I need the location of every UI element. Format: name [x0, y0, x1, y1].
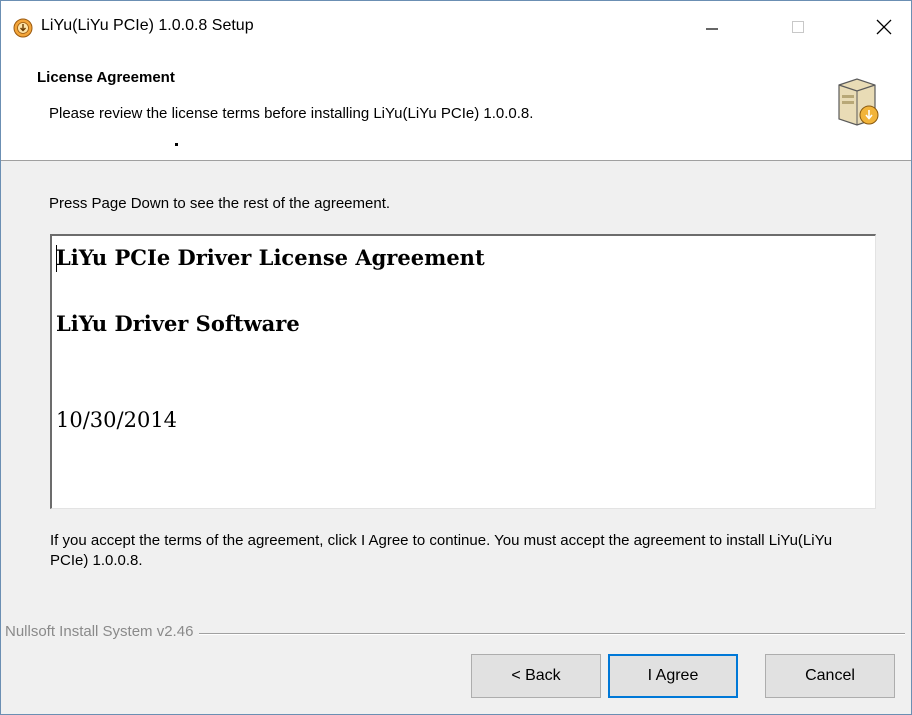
maximize-button [775, 9, 821, 45]
license-text-area[interactable]: LiYu PCIe Driver License Agreement LiYu … [50, 234, 876, 509]
window-title: LiYu(LiYu PCIe) 1.0.0.8 Setup [41, 17, 254, 34]
minimize-button[interactable] [689, 9, 735, 45]
i-agree-button[interactable]: I Agree [608, 654, 738, 698]
close-button[interactable] [861, 9, 907, 45]
license-product: LiYu Driver Software [56, 311, 300, 336]
setup-window: LiYu(LiYu PCIe) 1.0.0.8 Setup License Ag… [0, 0, 912, 715]
title-bar[interactable]: LiYu(LiYu PCIe) 1.0.0.8 Setup [1, 1, 911, 51]
maximize-icon [792, 21, 804, 33]
accept-instructions: If you accept the terms of the agreement… [50, 532, 833, 569]
stray-dot [175, 143, 178, 146]
nsis-branding: Nullsoft Install System v2.46 [5, 623, 200, 640]
page-subtitle: Please review the license terms before i… [49, 105, 534, 122]
page-title: License Agreement [37, 69, 175, 86]
minimize-icon [706, 28, 718, 30]
license-title: LiYu PCIe Driver License Agreement [56, 245, 485, 270]
installer-app-icon [13, 18, 33, 38]
instruction-text: Press Page Down to see the rest of the a… [49, 195, 391, 212]
cancel-button[interactable]: Cancel [765, 654, 895, 698]
page-header: License Agreement Please review the lice… [1, 51, 911, 161]
installer-box-icon [838, 78, 879, 126]
license-date: 10/30/2014 [56, 408, 178, 432]
back-button[interactable]: < Back [471, 654, 601, 698]
close-icon [876, 19, 892, 35]
